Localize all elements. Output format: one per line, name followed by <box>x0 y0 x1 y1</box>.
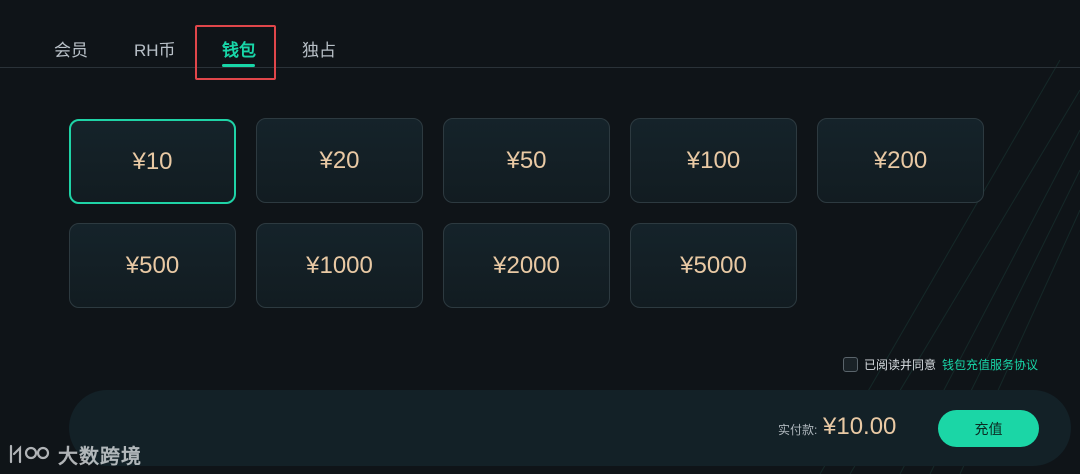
amount-option-1000[interactable]: ¥1000 <box>256 223 423 308</box>
watermark-text: 大数跨境 <box>58 445 142 468</box>
recharge-button[interactable]: 充值 <box>938 410 1039 447</box>
annotation-highlight-box <box>195 25 276 80</box>
watermark: 大数跨境 <box>8 440 142 468</box>
tab-rh-coin[interactable]: RH币 <box>134 36 176 61</box>
amount-option-500[interactable]: ¥500 <box>69 223 236 308</box>
amount-option-10[interactable]: ¥10 <box>69 119 236 204</box>
tab-bar: 会员 RH币 钱包 独占 <box>0 0 1080 68</box>
amount-option-100[interactable]: ¥100 <box>630 118 797 203</box>
payment-bar <box>69 390 1071 466</box>
watermark-logo-icon <box>9 444 50 464</box>
amount-option-2000[interactable]: ¥2000 <box>443 223 610 308</box>
tab-membership[interactable]: 会员 <box>54 36 88 61</box>
agreement-checkbox[interactable] <box>843 356 858 372</box>
tab-exclusive[interactable]: 独占 <box>302 36 336 61</box>
pay-amount: ¥10.00 <box>823 413 897 440</box>
agreement-link[interactable]: 钱包充值服务协议 <box>942 356 1038 373</box>
amount-option-5000[interactable]: ¥5000 <box>630 223 797 308</box>
pay-label: 实付款: <box>778 423 818 437</box>
amount-option-20[interactable]: ¥20 <box>256 118 423 203</box>
amount-option-200[interactable]: ¥200 <box>817 118 984 203</box>
agreement-row: 已阅读并同意 钱包充值服务协议 <box>843 356 1038 372</box>
agreement-text: 已阅读并同意 <box>864 357 937 372</box>
amount-option-50[interactable]: ¥50 <box>443 118 610 203</box>
